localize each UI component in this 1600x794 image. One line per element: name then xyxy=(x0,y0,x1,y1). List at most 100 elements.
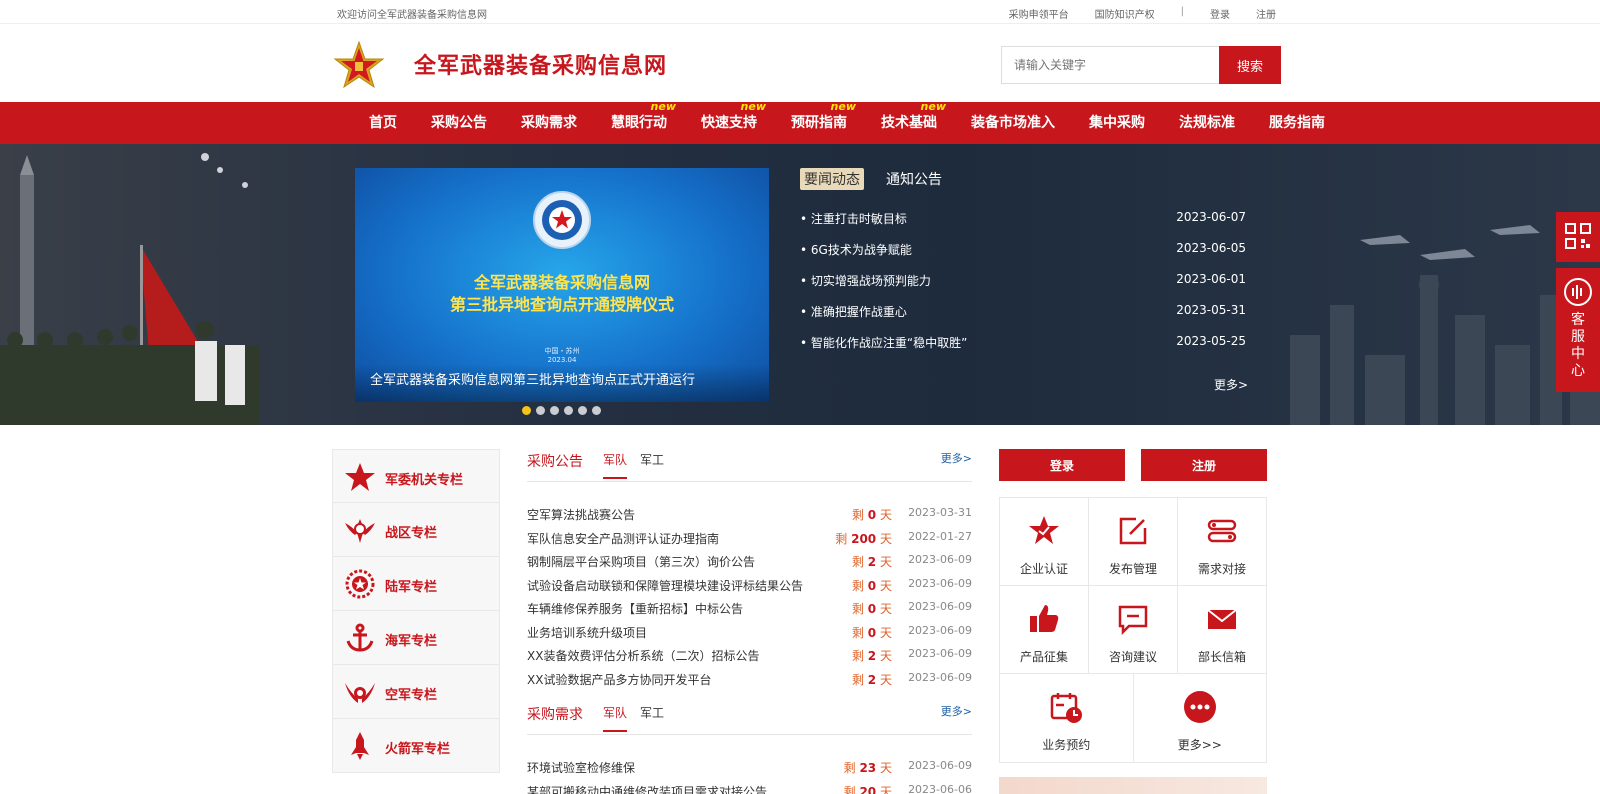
list-item[interactable]: XX装备效费评估分析系统（二次）招标公告 剩 2 天 2023-06-09 xyxy=(527,643,972,667)
news-item[interactable]: • 智能化作战应注重“稳中取胜” 2023-05-25 xyxy=(800,334,1246,365)
service-label: 企业认证 xyxy=(1019,562,1068,576)
list-item[interactable]: 试验设备启动联锁和保障管理模块建设评标结果公告 剩 0 天 2023-06-09 xyxy=(527,573,972,597)
tab-notices[interactable]: 通知公告 xyxy=(882,168,946,190)
list-item[interactable]: 环境试验室检修维保 剩 23 天 2023-06-09 xyxy=(527,755,972,779)
army-star-logo-icon[interactable] xyxy=(332,40,386,90)
tab-news[interactable]: 要闻动态 xyxy=(800,168,864,190)
demand-section-title[interactable]: 采购需求 xyxy=(527,704,583,724)
nav-service-guide[interactable]: 服务指南 xyxy=(1252,102,1342,144)
nav-huiyan[interactable]: 慧眼行动 new xyxy=(594,101,684,144)
list-item[interactable]: 业务培训系统升级项目 剩 0 天 2023-06-09 xyxy=(527,620,972,644)
service-row: 业务预约 更多>> xyxy=(1000,674,1266,762)
news-date: 2023-06-01 xyxy=(1176,272,1246,286)
qr-code-button[interactable] xyxy=(1556,212,1600,262)
list-item[interactable]: 军队信息安全产品测评认证办理指南 剩 200 天 2022-01-27 xyxy=(527,526,972,550)
list-item[interactable]: XX试验数据产品多方协同开发平台 剩 2 天 2023-06-09 xyxy=(527,667,972,691)
days-left-unit: 天 xyxy=(879,672,892,687)
eagle-emblem-icon xyxy=(345,519,375,543)
demand-tab-industry[interactable]: 军工 xyxy=(640,704,664,730)
days-left-number: 23 xyxy=(859,761,877,775)
column-cmc[interactable]: 军委机关专栏 xyxy=(332,449,500,503)
procurement-emblem-icon xyxy=(533,191,591,249)
news-item[interactable]: • 6G技术为战争赋能 2023-06-05 xyxy=(800,241,1246,272)
site-title[interactable]: 全军武器装备采购信息网 xyxy=(414,48,667,80)
column-air-force[interactable]: 空军专栏 xyxy=(332,665,500,719)
customer-service-label: 客 服 中 心 xyxy=(1556,312,1600,380)
column-army[interactable]: 陆军专栏 xyxy=(332,557,500,611)
carousel-dot[interactable] xyxy=(592,406,601,415)
news-date: 2023-05-31 xyxy=(1176,303,1246,317)
top-register-link[interactable]: 注册 xyxy=(1256,6,1276,21)
column-navy[interactable]: 海军专栏 xyxy=(332,611,500,665)
service-minister-mailbox[interactable]: 部长信箱 xyxy=(1178,586,1266,673)
nav-procurement-demand[interactable]: 采购需求 xyxy=(504,102,594,144)
demand-more-link[interactable]: 更多> xyxy=(941,703,972,719)
carousel-dot[interactable] xyxy=(578,406,587,415)
item-title: 业务培训系统升级项目 xyxy=(527,625,648,640)
list-item[interactable]: 空军算法挑战赛公告 剩 0 天 2023-03-31 xyxy=(527,502,972,526)
customer-service-button[interactable]: 客 服 中 心 xyxy=(1556,268,1600,392)
item-title: 试验设备启动联锁和保障管理模块建设评标结果公告 xyxy=(527,578,804,593)
nav-quick-support[interactable]: 快速支持 new xyxy=(684,101,774,144)
nav-regulations[interactable]: 法规标准 xyxy=(1162,102,1252,144)
top-link-procurement-platform[interactable]: 采购申领平台 xyxy=(1009,6,1069,21)
carousel-slide[interactable]: 全军武器装备采购信息网 第三批异地查询点开通授牌仪式 中国・苏州 2023.04… xyxy=(355,168,769,402)
nav-central-procurement[interactable]: 集中采购 xyxy=(1072,102,1162,144)
search-button[interactable]: 搜索 xyxy=(1219,46,1281,84)
notice-tab-industry[interactable]: 军工 xyxy=(640,451,664,477)
column-label: 战区专栏 xyxy=(385,526,438,541)
nav-home[interactable]: 首页 xyxy=(352,102,414,144)
news-item[interactable]: • 注重打击时敏目标 2023-06-07 xyxy=(800,210,1246,241)
service-label: 业务预约 xyxy=(1042,738,1091,752)
register-button[interactable]: 注册 xyxy=(1141,449,1267,481)
service-enterprise-cert[interactable]: 企业认证 xyxy=(1000,498,1089,585)
carousel-dot[interactable] xyxy=(536,406,545,415)
column-label: 火箭军专栏 xyxy=(385,742,451,757)
service-char: 中 xyxy=(1571,346,1585,362)
service-more[interactable]: 更多>> xyxy=(1134,674,1267,762)
top-login-link[interactable]: 登录 xyxy=(1210,6,1230,21)
column-theater[interactable]: 战区专栏 xyxy=(332,503,500,557)
carousel-dot[interactable] xyxy=(522,406,531,415)
days-left: 剩 2 天 xyxy=(852,553,892,570)
news-more-link[interactable]: 更多> xyxy=(1214,376,1248,393)
notice-section-title[interactable]: 采购公告 xyxy=(527,451,583,471)
demand-tab-army[interactable]: 军队 xyxy=(603,704,628,732)
column-label: 空军专栏 xyxy=(385,688,438,703)
news-item[interactable]: • 切实增强战场预判能力 2023-06-01 xyxy=(800,272,1246,303)
list-item[interactable]: 钢制隔层平台采购项目（第三次）询价公告 剩 2 天 2023-06-09 xyxy=(527,549,972,573)
list-item[interactable]: 车辆维修保养服务【重新招标】中标公告 剩 0 天 2023-06-09 xyxy=(527,596,972,620)
days-left-prefix: 剩 xyxy=(851,508,864,522)
nav-tech-basis[interactable]: 技术基础 new xyxy=(864,101,954,144)
service-consult[interactable]: 咨询建议 xyxy=(1089,586,1178,673)
days-left-prefix: 剩 xyxy=(835,531,848,546)
notice-tab-army[interactable]: 军队 xyxy=(603,451,628,479)
notice-more-link[interactable]: 更多> xyxy=(941,450,972,466)
list-item[interactable]: 某部可搬移动中通维修改装项目需求对接公告 剩 20 天 2023-06-06 xyxy=(527,779,972,794)
service-appointment[interactable]: 业务预约 xyxy=(1000,674,1134,762)
nav-procurement-notice[interactable]: 采购公告 xyxy=(414,102,504,144)
promo-banner[interactable] xyxy=(999,777,1267,794)
item-title: XX装备效费评估分析系统（二次）招标公告 xyxy=(527,649,760,663)
column-rocket-force[interactable]: 火箭军专栏 xyxy=(332,719,500,773)
days-left-number: 20 xyxy=(859,784,877,794)
service-product-collect[interactable]: 产品征集 xyxy=(1000,586,1089,673)
days-left-unit: 天 xyxy=(879,555,892,569)
login-button[interactable]: 登录 xyxy=(999,449,1125,481)
slide-caption: 全军武器装备采购信息网第三批异地查询点正式开通运行 xyxy=(355,364,769,402)
service-demand-match[interactable]: 需求对接 xyxy=(1178,498,1266,585)
news-item[interactable]: • 准确把握作战重心 2023-05-31 xyxy=(800,303,1246,334)
carousel-dot[interactable] xyxy=(550,406,559,415)
headset-icon xyxy=(1564,278,1592,306)
nav-research-guide[interactable]: 预研指南 new xyxy=(774,101,864,144)
service-publish-manage[interactable]: 发布管理 xyxy=(1089,498,1178,585)
item-date: 2023-06-09 xyxy=(908,623,972,637)
days-left-prefix: 剩 xyxy=(851,649,864,663)
news-title: • 智能化作战应注重“稳中取胜” xyxy=(800,336,968,350)
welcome-text: 欢迎访问全军武器装备采购信息网 xyxy=(337,10,487,21)
nav-market-access[interactable]: 装备市场准入 xyxy=(954,102,1072,144)
top-link-ip[interactable]: 国防知识产权 xyxy=(1095,6,1155,21)
search-input[interactable] xyxy=(1001,46,1219,84)
days-left-number: 0 xyxy=(867,578,877,593)
carousel-dot[interactable] xyxy=(564,406,573,415)
